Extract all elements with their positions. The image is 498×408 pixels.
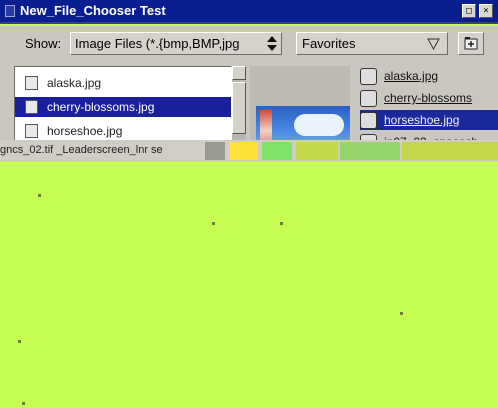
file-name: alaska.jpg <box>47 76 102 90</box>
app-icon <box>5 5 15 17</box>
maximize-button[interactable]: □ <box>462 4 476 18</box>
corrupted-row: gncs_02.tif _Leaderscreen_lnr se <box>0 140 498 162</box>
corrupted-row-text: gncs_02.tif _Leaderscreen_lnr se <box>0 144 163 156</box>
noise-block <box>230 142 258 160</box>
favorite-item-selected[interactable]: horseshoe.jpg <box>360 110 498 130</box>
image-file-icon <box>360 68 377 85</box>
image-file-icon <box>360 90 377 107</box>
noise-speck <box>18 340 21 343</box>
favorite-item[interactable]: alaska.jpg <box>360 66 498 86</box>
noise-speck <box>280 222 283 225</box>
favorite-name: horseshoe.jpg <box>384 113 460 127</box>
noise-speck <box>22 402 25 405</box>
corrupted-region <box>0 162 498 408</box>
image-file-icon <box>25 76 38 90</box>
noise-speck <box>212 222 215 225</box>
show-label: Show: <box>25 36 62 51</box>
toolbar: Show: Image Files (*.{bmp,BMP,jpg Favori… <box>0 26 498 62</box>
title-bar[interactable]: New_File_Chooser Test □ × <box>0 0 498 24</box>
file-name: horseshoe.jpg <box>47 124 123 138</box>
favorite-name: alaska.jpg <box>384 69 439 83</box>
spinner-arrows-icon <box>267 36 277 51</box>
favorite-item[interactable]: cherry-blossoms <box>360 88 498 108</box>
location-value: Favorites <box>302 36 356 51</box>
new-folder-icon <box>464 37 478 50</box>
close-button[interactable]: × <box>479 4 493 18</box>
preview-cloud-shape <box>294 114 344 136</box>
file-filter-value: Image Files (*.{bmp,BMP,jpg <box>75 36 240 51</box>
file-chooser-window: New_File_Chooser Test □ × Show: Image Fi… <box>0 0 498 408</box>
file-name: cherry-blossoms.jpg <box>47 100 155 114</box>
noise-block <box>205 142 225 160</box>
noise-block <box>340 142 400 160</box>
new-folder-button[interactable] <box>458 32 484 55</box>
chevron-down-icon <box>427 38 440 50</box>
location-select[interactable]: Favorites <box>296 32 448 55</box>
noise-speck <box>38 194 41 197</box>
image-file-icon <box>360 112 377 129</box>
noise-block <box>296 142 338 160</box>
noise-speck <box>400 312 403 315</box>
scroll-up-button[interactable] <box>232 66 246 80</box>
file-item-selected[interactable]: cherry-blossoms.jpg <box>15 97 231 117</box>
noise-block <box>402 142 498 160</box>
noise-block <box>262 142 292 160</box>
image-file-icon <box>25 124 38 138</box>
file-item[interactable]: horseshoe.jpg <box>15 121 231 141</box>
file-item[interactable]: alaska.jpg <box>15 73 231 93</box>
image-file-icon <box>25 100 38 114</box>
favorite-name: cherry-blossoms <box>384 91 473 105</box>
scroll-thumb[interactable] <box>232 82 246 134</box>
window-title: New_File_Chooser Test <box>20 3 166 18</box>
file-filter-select[interactable]: Image Files (*.{bmp,BMP,jpg <box>70 32 282 55</box>
